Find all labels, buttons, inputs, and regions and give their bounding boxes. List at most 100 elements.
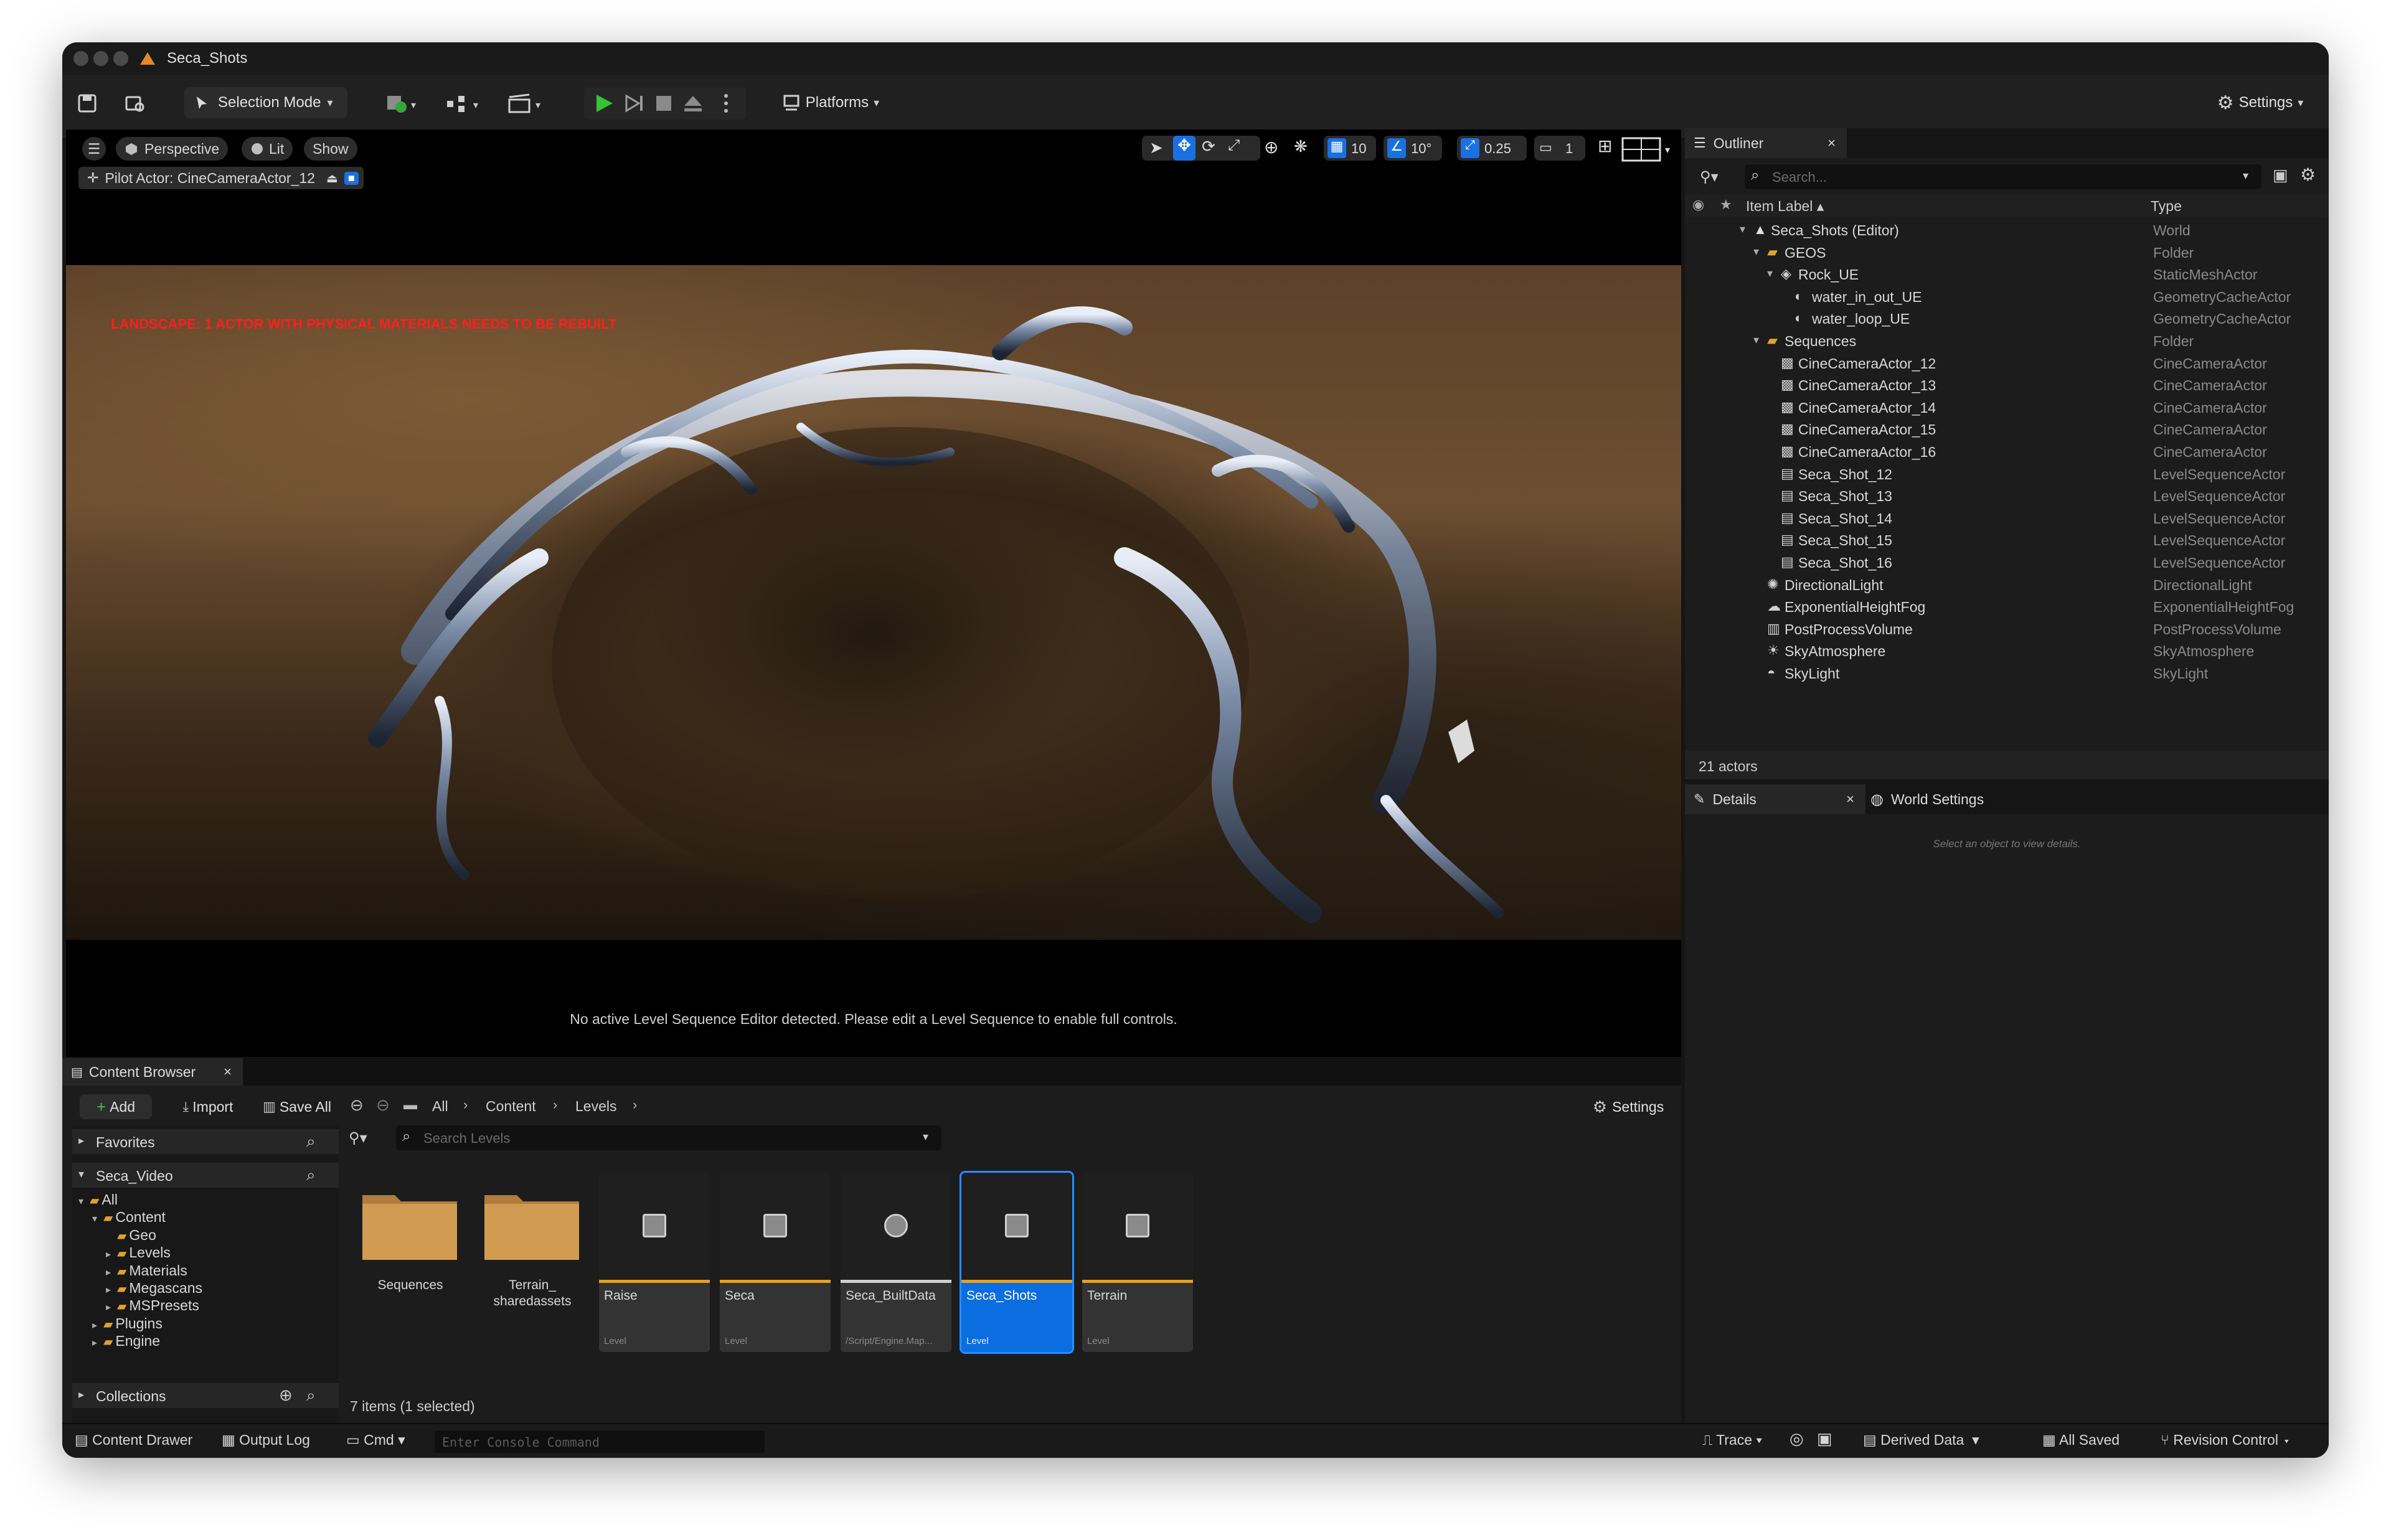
eject-pilot-icon[interactable]: ⏏	[326, 171, 338, 186]
content-tree-item[interactable]: ▾ ▰ Content	[92, 1209, 166, 1226]
folder-tile[interactable]: Terrain_ sharedassets	[477, 1175, 588, 1318]
all-saved-button[interactable]: ▦ All Saved	[2042, 1432, 2120, 1448]
settings-dropdown[interactable]: ⚙ Settings ▾	[2204, 87, 2316, 118]
cmd-dropdown[interactable]: ▭ Cmd ▾	[346, 1432, 405, 1448]
item-label-column-header[interactable]: Item Label ▴	[1746, 198, 1824, 215]
content-browser-icon[interactable]	[125, 93, 146, 113]
save-icon[interactable]	[77, 93, 97, 113]
breadcrumb-levels[interactable]: Levels	[575, 1098, 616, 1115]
eject-icon[interactable]	[682, 93, 704, 113]
collapsed-arrow-icon[interactable]: ▸	[92, 1319, 102, 1331]
world-space-icon[interactable]: ⊕	[1264, 137, 1278, 157]
content-tree-item[interactable]: ▸ ▰ Levels	[72, 1243, 329, 1262]
collapsed-arrow-icon[interactable]: ▸	[92, 1336, 102, 1349]
record-icon[interactable]: ◎	[1790, 1429, 1804, 1448]
filter-icon[interactable]: ⚲▾	[349, 1129, 367, 1147]
gear-icon[interactable]: ⚙	[2300, 164, 2316, 185]
history-forward-icon[interactable]: ⊖	[376, 1096, 390, 1115]
surface-snap-icon[interactable]: ❋	[1294, 137, 1308, 156]
type-column-header[interactable]: Type	[2151, 198, 2182, 215]
outliner-row[interactable]: ▤ Seca_Shot_14 LevelSequenceActor	[1685, 507, 2329, 530]
visibility-eye-icon[interactable]: ◉	[1692, 197, 1704, 213]
grid-snap-control[interactable]: ▦ 10	[1324, 136, 1376, 161]
expanded-arrow-icon[interactable]: ▾	[1753, 245, 1759, 258]
expanded-arrow-icon[interactable]: ▾	[92, 1213, 102, 1225]
outliner-row[interactable]: ▩ CineCameraActor_13 CineCameraActor	[1685, 374, 2329, 397]
collapsed-arrow-icon[interactable]: ▸	[106, 1266, 116, 1279]
content-tree-item[interactable]: ▸ ▰ Megascans	[106, 1280, 202, 1297]
outliner-row[interactable]: ▥ PostProcessVolume PostProcessVolume	[1685, 618, 2329, 641]
outliner-row[interactable]: ▾ ▰ GEOS Folder	[1685, 242, 2329, 264]
perspective-button[interactable]: Perspective	[116, 137, 229, 161]
play-icon[interactable]	[593, 92, 615, 115]
outliner-row[interactable]: ◐ water_loop_UE GeometryCacheActor	[1685, 308, 2329, 330]
favorites-header[interactable]: ▸ Favorites ⌕	[72, 1129, 339, 1154]
console-command-input[interactable]: Enter Console Command	[435, 1430, 765, 1453]
filter-icon[interactable]: ⚲▾	[1700, 168, 1719, 186]
collections-header[interactable]: ▸ Collections ⊕ ⌕	[72, 1383, 339, 1408]
rotate-tool-icon[interactable]: ⟳	[1202, 137, 1215, 156]
outliner-row[interactable]: ▩ CineCameraActor_12 CineCameraActor	[1685, 352, 2329, 375]
outliner-row[interactable]: ✺ DirectionalLight DirectionalLight	[1685, 574, 2329, 596]
outliner-search-input[interactable]: ⌕ Search... ▾	[1745, 164, 2261, 189]
angle-snap-control[interactable]: ∠ 10°	[1384, 136, 1442, 161]
maximize-viewport-icon[interactable]: ⊞	[1598, 136, 1612, 156]
expanded-arrow-icon[interactable]: ▾	[78, 1195, 88, 1208]
outliner-row[interactable]: ▾ ▰ Sequences Folder	[1685, 330, 2329, 352]
save-all-button[interactable]: ▥ Save All	[257, 1094, 337, 1119]
expanded-arrow-icon[interactable]: ▾	[1740, 223, 1745, 236]
search-icon[interactable]: ⌕	[306, 1132, 316, 1152]
camera-speed-control[interactable]: ▭ 1	[1534, 136, 1585, 161]
blueprint-icon[interactable]: ▾	[445, 92, 486, 115]
project-header[interactable]: ▾ Seca_Video ⌕	[72, 1163, 339, 1188]
close-tab-icon[interactable]: ×	[1827, 135, 1836, 151]
close-window-button[interactable]	[73, 51, 88, 66]
details-tab[interactable]: ✎ Details ×	[1685, 784, 1865, 814]
zoom-window-button[interactable]	[113, 51, 128, 66]
add-collection-icon[interactable]: ⊕	[279, 1386, 293, 1405]
trace-dropdown[interactable]: ⎍ Trace ▾	[1702, 1432, 1762, 1448]
selection-mode-dropdown[interactable]: Selection Mode ▾	[184, 87, 347, 118]
asset-tile[interactable]: Terrain Level	[1082, 1173, 1193, 1352]
platforms-dropdown[interactable]: Platforms ▾	[768, 87, 893, 118]
content-browser-tab[interactable]: ▤ Content Browser ×	[62, 1058, 243, 1086]
scale-tool-icon[interactable]: ⤢	[1228, 137, 1240, 154]
content-tree-item[interactable]: ▸ ▰ Engine	[92, 1333, 160, 1350]
history-back-icon[interactable]: ⊖	[350, 1096, 364, 1115]
select-tool-icon[interactable]: ➤	[1149, 138, 1163, 157]
viewport-scene[interactable]: LANDSCAPE: 1 ACTOR WITH PHYSICAL MATERIA…	[66, 265, 1681, 940]
close-tab-icon[interactable]: ×	[224, 1064, 232, 1080]
asset-tile[interactable]: Seca_BuiltData/Script/Engine.Map...	[841, 1173, 951, 1352]
breadcrumb-all[interactable]: All	[432, 1098, 448, 1115]
outliner-row[interactable]: ☁ ExponentialHeightFog ExponentialHeightFo…	[1685, 596, 2329, 618]
camera-lock-icon[interactable]: ■	[344, 171, 359, 185]
world-settings-tab[interactable]: ◍ World Settings	[1870, 784, 1984, 814]
scale-snap-control[interactable]: ⤢ 0.25	[1457, 136, 1527, 161]
search-icon[interactable]: ⌕	[306, 1165, 316, 1185]
derived-data-dropdown[interactable]: ▤ Derived Data ▾	[1863, 1432, 1979, 1448]
outliner-row[interactable]: ▩ CineCameraActor_14 CineCameraActor	[1685, 397, 2329, 419]
content-tree-item[interactable]: ▸ ▰ Materials	[106, 1262, 187, 1279]
add-actor-icon[interactable]: ▾	[385, 92, 420, 115]
minimize-window-button[interactable]	[93, 51, 108, 66]
content-tree-item[interactable]: ▸ ▰ MSPresets	[106, 1297, 199, 1314]
stop-icon[interactable]	[655, 95, 672, 112]
screenshot-icon[interactable]: ▣	[1817, 1429, 1832, 1448]
outliner-row[interactable]: ☀ SkyAtmosphere SkyAtmosphere	[1685, 640, 2329, 662]
content-drawer-button[interactable]: ▤ Content Drawer	[75, 1432, 192, 1448]
folder-tile[interactable]: Sequences	[355, 1175, 466, 1318]
collapsed-arrow-icon[interactable]: ▸	[106, 1284, 116, 1296]
step-forward-icon[interactable]	[624, 93, 644, 113]
add-folder-icon[interactable]: ▣	[2273, 166, 2288, 185]
outliner-row[interactable]: ▤ Seca_Shot_16 LevelSequenceActor	[1685, 552, 2329, 574]
content-tree-item[interactable]: ▸ ▰ Plugins	[92, 1315, 163, 1332]
expanded-arrow-icon[interactable]: ▾	[1753, 334, 1759, 347]
expanded-arrow-icon[interactable]: ▾	[1767, 267, 1773, 280]
search-icon[interactable]: ⌕	[306, 1386, 316, 1406]
outliner-row[interactable]: ▩ CineCameraActor_16 CineCameraActor	[1685, 441, 2329, 463]
output-log-button[interactable]: ▦ Output Log	[222, 1432, 310, 1448]
content-tree-item[interactable]: ▰ Geo	[106, 1227, 156, 1244]
content-tree-item[interactable]: ▾ ▰ All	[78, 1191, 118, 1208]
outliner-tab[interactable]: ☰ Outliner ×	[1685, 128, 1847, 158]
translate-tool-icon[interactable]: ✥	[1173, 136, 1196, 161]
